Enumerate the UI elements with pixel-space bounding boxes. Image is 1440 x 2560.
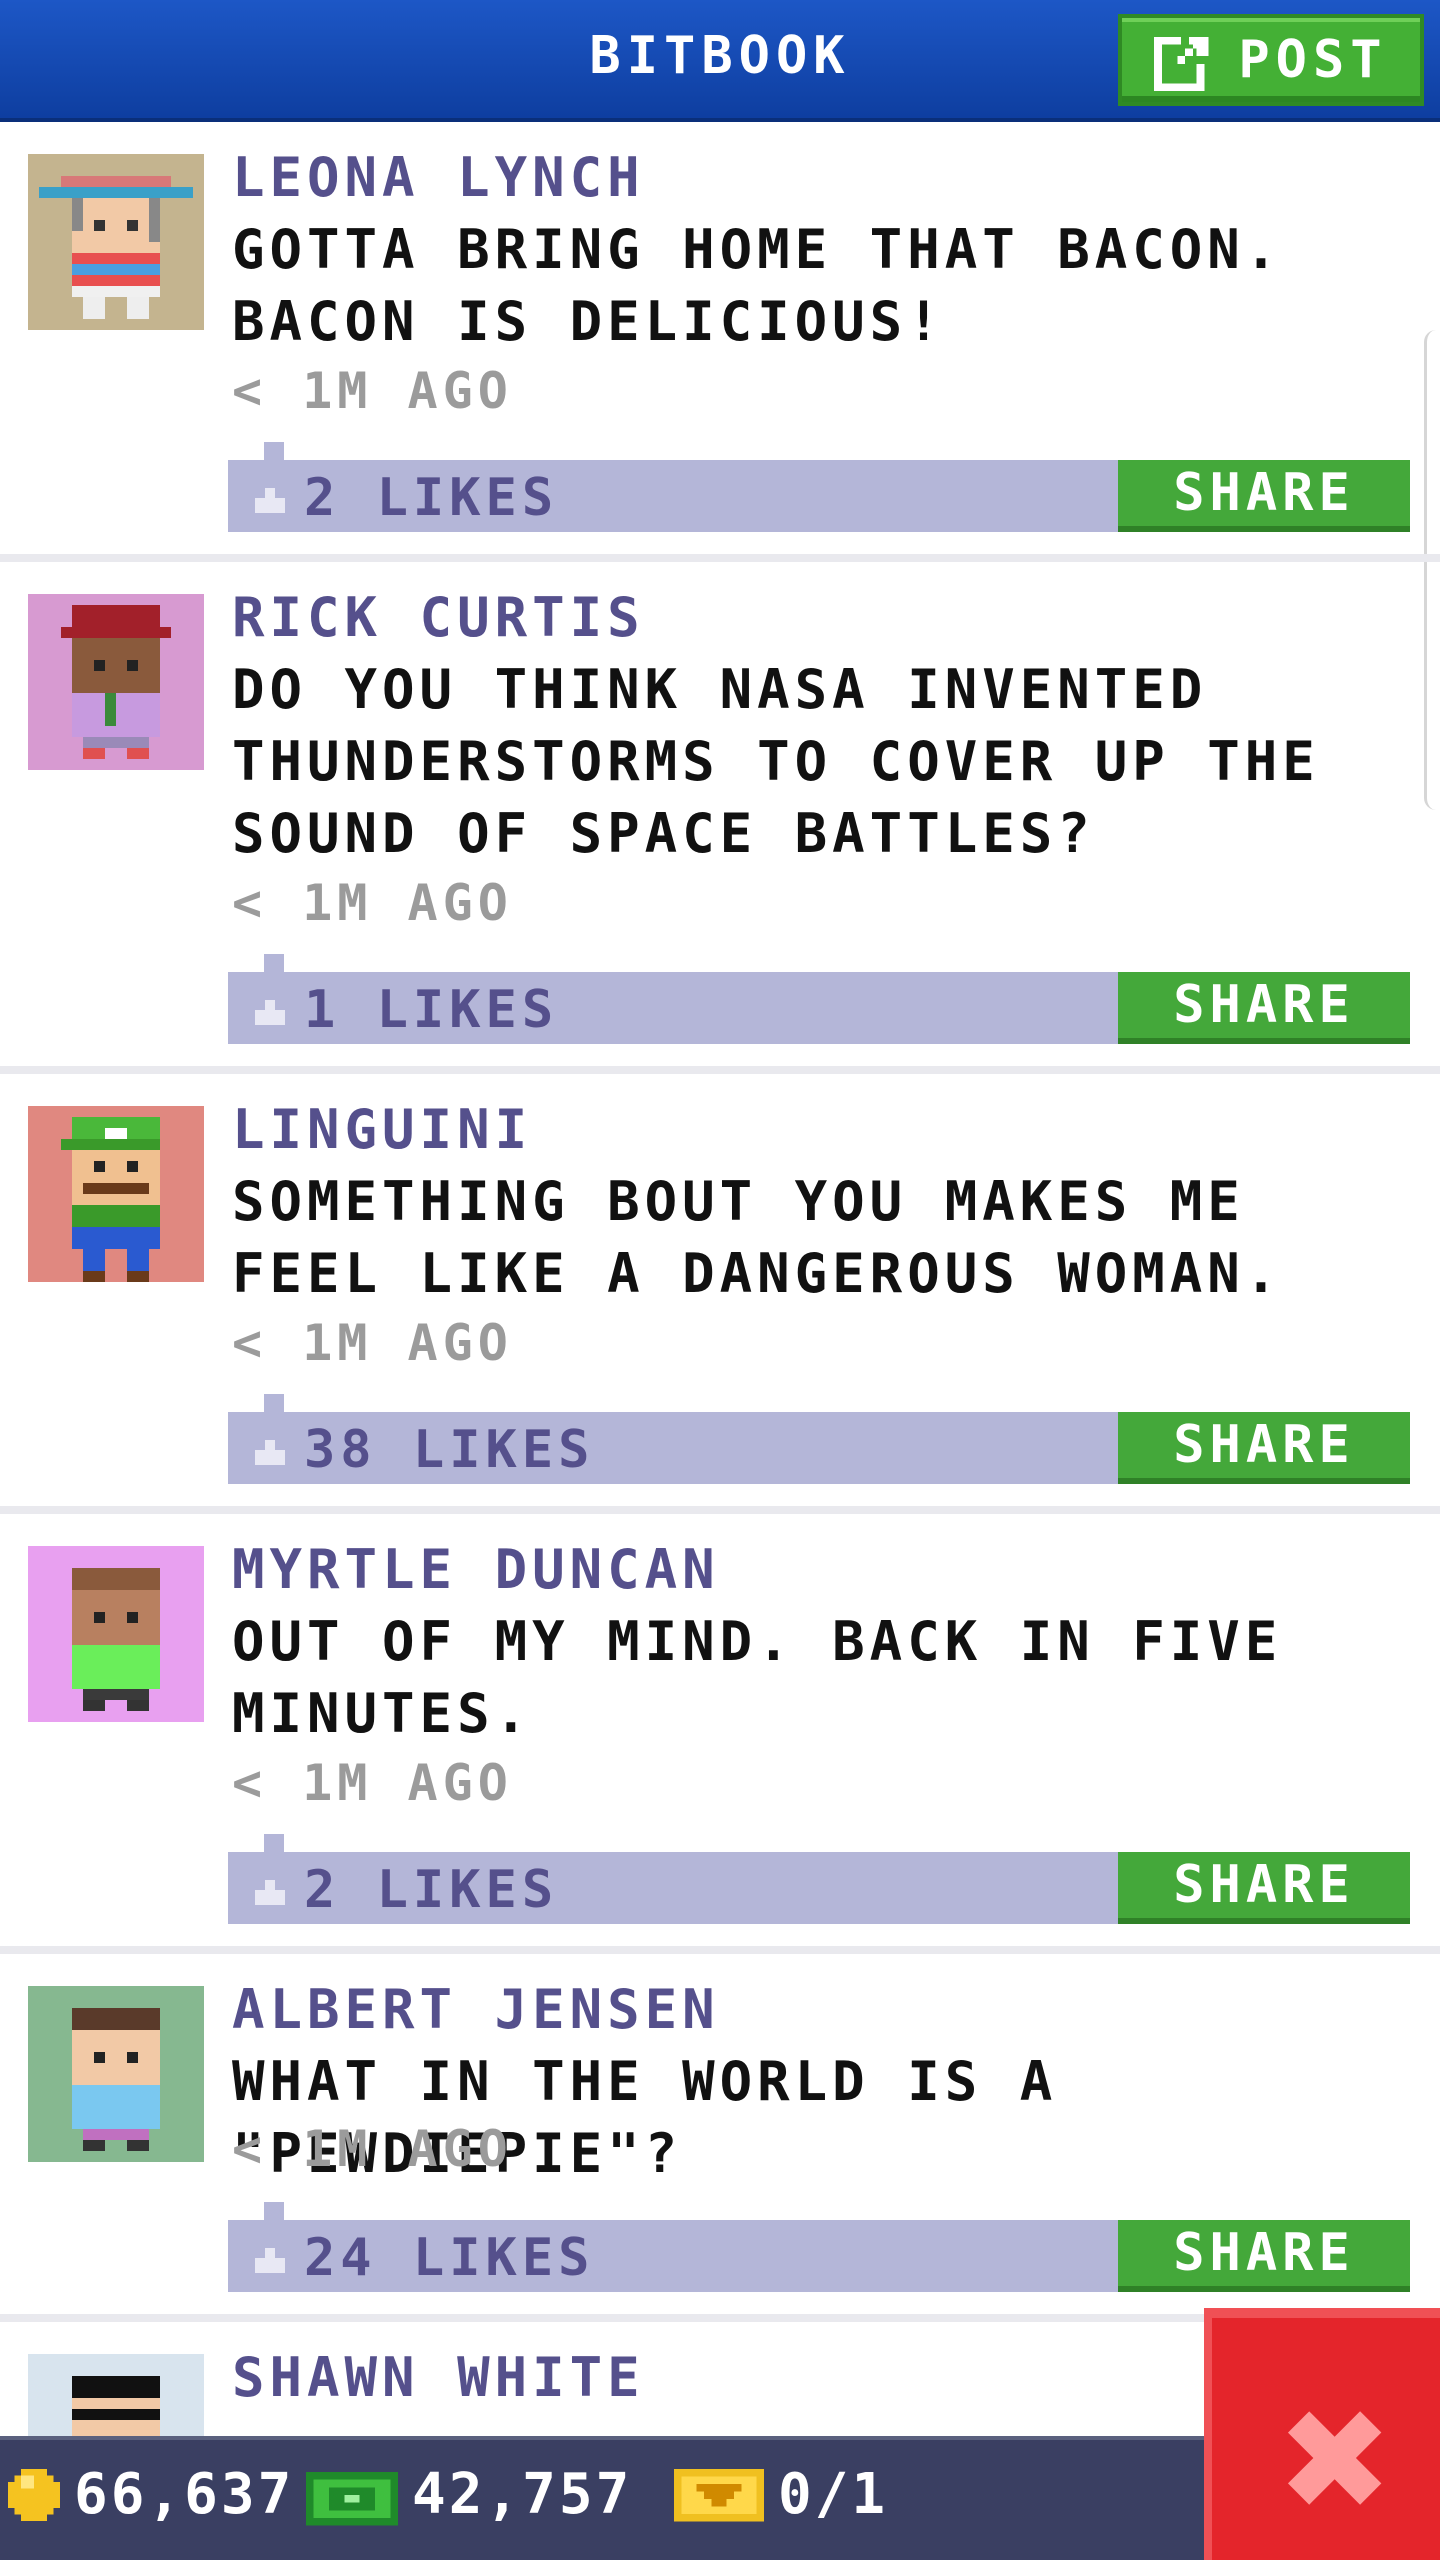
post-text: DO YOU THINK NASA INVENTED THUNDERSTORMS… — [232, 658, 1320, 865]
like-button[interactable]: 38 LIKES — [250, 1420, 594, 1480]
share-button[interactable]: SHARE — [1118, 972, 1410, 1044]
avatar — [28, 1106, 204, 1282]
close-button[interactable]: ✖ — [1204, 2308, 1440, 2560]
post-card: RICK CURTIS DO YOU THINK NASA INVENTED T… — [0, 562, 1440, 1074]
likes-count: 2 LIKES — [304, 468, 559, 528]
post-author[interactable]: RICK CURTIS — [232, 586, 645, 649]
avatar — [28, 1986, 204, 2162]
post-author[interactable]: LEONA LYNCH — [232, 146, 645, 209]
thumbs-up-icon — [255, 1880, 285, 1905]
thumbs-up-icon — [255, 1000, 285, 1025]
likes-count: 2 LIKES — [304, 1860, 559, 1920]
post-action-bar: 2 LIKES SHARE — [228, 442, 1410, 532]
post-feed: LEONA LYNCH GOTTA BRING HOME THAT BACON.… — [0, 122, 1440, 2530]
post-timestamp: < 1M AGO — [232, 1314, 513, 1372]
share-button[interactable]: SHARE — [1118, 1852, 1410, 1924]
post-action-bar: 1 LIKES SHARE — [228, 954, 1410, 1044]
likes-count: 1 LIKES — [304, 980, 559, 1040]
share-button[interactable]: SHARE — [1118, 2220, 1410, 2292]
bux-stat: 42,757 — [306, 2462, 632, 2527]
post-author[interactable]: ALBERT JENSEN — [232, 1978, 720, 2041]
post-button-label: POST — [1238, 30, 1388, 90]
close-icon: ✖ — [1276, 2380, 1394, 2543]
thumbs-up-icon — [255, 2248, 285, 2273]
post-author[interactable]: MYRTLE DUNCAN — [232, 1538, 720, 1601]
like-button[interactable]: 2 LIKES — [250, 468, 558, 528]
edit-icon — [1154, 32, 1213, 91]
post-timestamp: < 1M AGO — [232, 1754, 513, 1812]
ticket-icon — [674, 2468, 764, 2521]
post-timestamp: < 1M AGO — [232, 2120, 513, 2178]
post-action-bar: 38 LIKES SHARE — [228, 1394, 1410, 1484]
post-timestamp: < 1M AGO — [232, 362, 513, 420]
share-button[interactable]: SHARE — [1118, 460, 1410, 532]
post-timestamp: < 1M AGO — [232, 874, 513, 932]
avatar — [28, 154, 204, 330]
post-text: GOTTA BRING HOME THAT BACON. BACON IS DE… — [232, 218, 1283, 353]
avatar — [28, 1546, 204, 1722]
like-button[interactable]: 2 LIKES — [250, 1860, 558, 1920]
tickets-stat: 0/1 — [674, 2462, 888, 2527]
post-card: MYRTLE DUNCAN OUT OF MY MIND. BACK IN FI… — [0, 1514, 1440, 1954]
likes-count: 38 LIKES — [304, 1420, 595, 1480]
post-card: ALBERT JENSEN WHAT IN THE WORLD IS A "PE… — [0, 1954, 1440, 2322]
avatar — [28, 594, 204, 770]
thumbs-up-icon — [255, 1440, 285, 1465]
like-button[interactable]: 1 LIKES — [250, 980, 558, 1040]
like-button[interactable]: 24 LIKES — [250, 2228, 594, 2288]
post-author[interactable]: SHAWN WHITE — [232, 2346, 645, 2409]
bux-icon — [306, 2471, 398, 2526]
app-header: BITBOOK POST — [0, 0, 1440, 122]
post-text: SOMETHING BOUT YOU MAKES ME FEEL LIKE A … — [232, 1170, 1283, 1305]
likes-count: 24 LIKES — [304, 2228, 595, 2288]
coins-value: 66,637 — [74, 2462, 295, 2527]
thumbs-up-icon — [255, 488, 285, 513]
post-action-bar: 24 LIKES SHARE — [228, 2202, 1410, 2292]
post-button[interactable]: POST — [1118, 14, 1424, 106]
post-action-bar: 2 LIKES SHARE — [228, 1834, 1410, 1924]
bux-value: 42,757 — [412, 2462, 633, 2527]
post-card: LINGUINI SOMETHING BOUT YOU MAKES ME FEE… — [0, 1074, 1440, 1514]
coins-stat: 66,637 — [8, 2462, 294, 2527]
tickets-value: 0/1 — [778, 2462, 889, 2527]
post-author[interactable]: LINGUINI — [232, 1098, 532, 1161]
share-button[interactable]: SHARE — [1118, 1412, 1410, 1484]
post-text: OUT OF MY MIND. BACK IN FIVE MINUTES. — [232, 1610, 1283, 1745]
post-card: LEONA LYNCH GOTTA BRING HOME THAT BACON.… — [0, 122, 1440, 562]
coin-icon — [8, 2468, 60, 2521]
